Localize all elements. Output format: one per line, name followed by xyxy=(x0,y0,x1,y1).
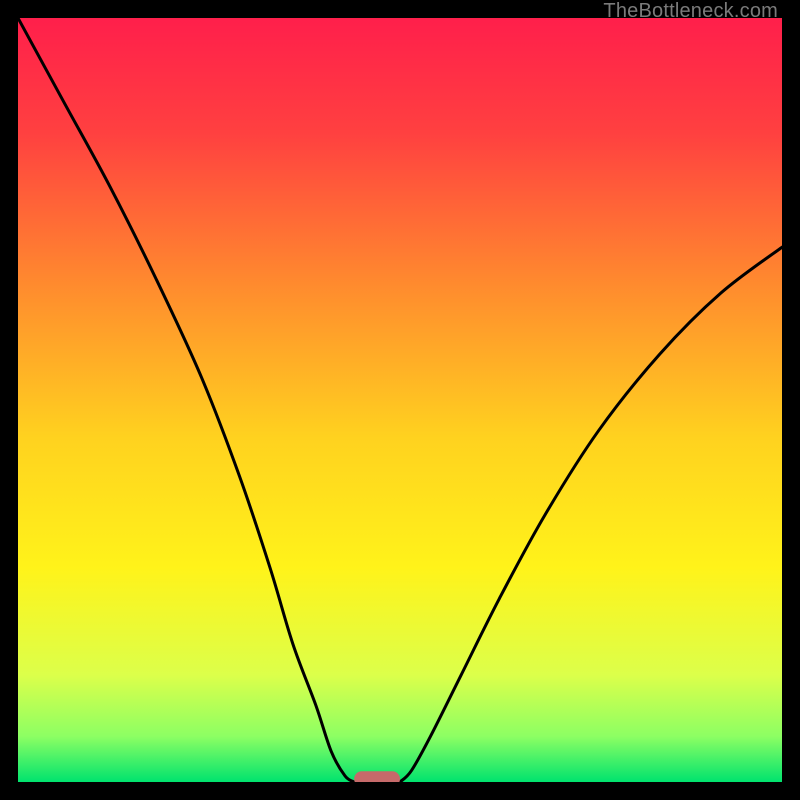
chart-frame xyxy=(18,18,782,782)
chart-svg xyxy=(18,18,782,782)
min-marker xyxy=(354,771,400,782)
watermark-text: TheBottleneck.com xyxy=(603,0,778,23)
gradient-background xyxy=(18,18,782,782)
